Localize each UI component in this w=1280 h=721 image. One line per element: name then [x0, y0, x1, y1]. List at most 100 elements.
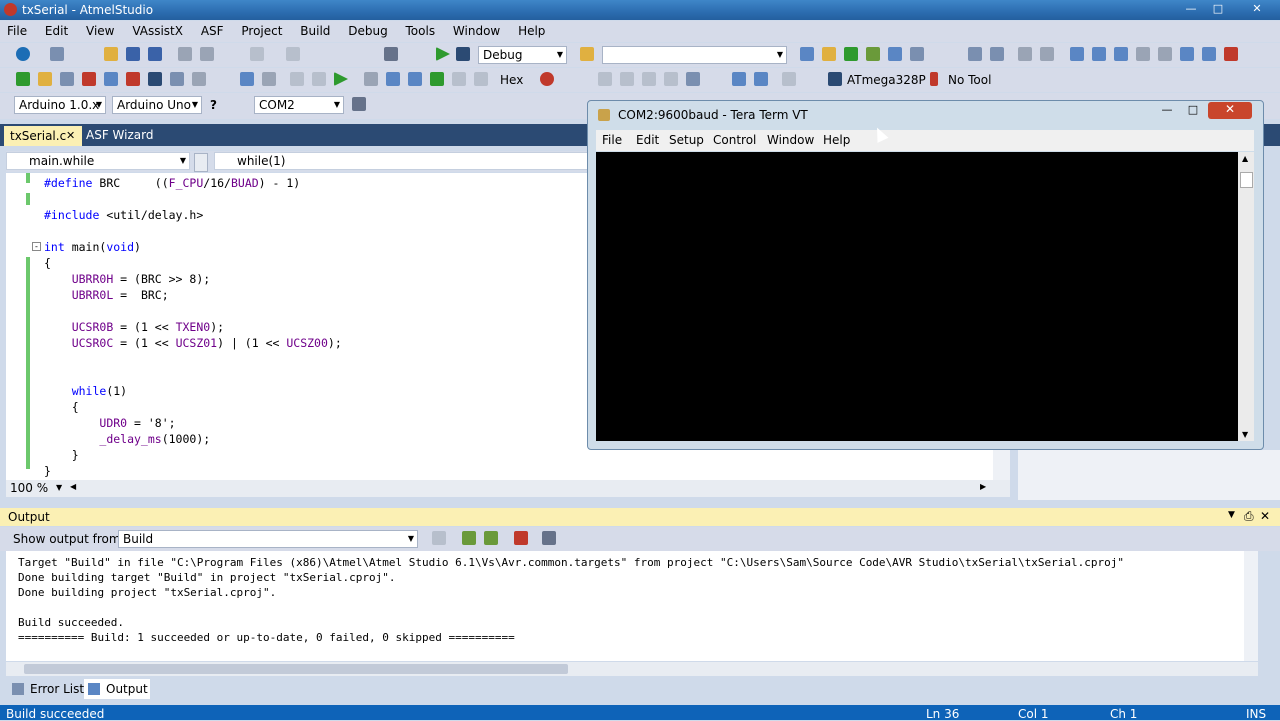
scroll-left-icon[interactable]: ◀: [70, 482, 76, 491]
scroll-down-icon[interactable]: ▼: [1242, 430, 1248, 439]
teraterm-close-button[interactable]: ✕: [1208, 102, 1252, 119]
chevron-down-icon[interactable]: ▼: [1228, 510, 1235, 520]
tt-menu-file[interactable]: File: [602, 133, 622, 147]
breakpoint-icon[interactable]: [540, 72, 554, 86]
menu-project[interactable]: Project: [234, 21, 289, 42]
tt-menu-window[interactable]: Window: [767, 133, 814, 147]
start-debug-icon[interactable]: [436, 47, 450, 61]
redo-icon[interactable]: [286, 47, 300, 61]
close-icon[interactable]: ✕: [1260, 509, 1270, 523]
copy-icon[interactable]: [200, 47, 214, 61]
menu-window[interactable]: Window: [446, 21, 507, 42]
tool-icon[interactable]: [430, 72, 444, 86]
tool-icon[interactable]: [126, 72, 140, 86]
tab-asf-wizard[interactable]: ASF Wizard: [86, 128, 153, 142]
device-selector[interactable]: ATmega328P: [847, 73, 926, 87]
tool-icon[interactable]: [782, 72, 796, 86]
port-select[interactable]: COM2 ▼: [254, 96, 344, 114]
collapse-icon[interactable]: -: [32, 242, 41, 251]
memory-icon[interactable]: [732, 72, 746, 86]
minimize-button[interactable]: —: [1178, 0, 1204, 18]
start-without-debug-icon[interactable]: [456, 47, 470, 61]
tool-icon[interactable]: [822, 47, 836, 61]
tool-selector-icon[interactable]: [930, 72, 938, 86]
continue-icon[interactable]: [334, 72, 348, 86]
terminal-scrollbar[interactable]: ▲ ▼: [1238, 152, 1254, 441]
chevron-down-icon[interactable]: ▼: [56, 483, 62, 492]
tt-menu-control[interactable]: Control: [713, 133, 756, 147]
tt-menu-help[interactable]: Help: [823, 133, 850, 147]
scroll-up-icon[interactable]: ▲: [1242, 154, 1248, 163]
cut-icon[interactable]: [178, 47, 192, 61]
hex-toggle[interactable]: Hex: [500, 73, 523, 87]
scroll-right-icon[interactable]: ▶: [980, 482, 986, 491]
menu-help[interactable]: Help: [511, 21, 552, 42]
clear-all-icon[interactable]: [514, 531, 528, 545]
bookmark-prev-icon[interactable]: [1092, 47, 1106, 61]
tool-icon[interactable]: [910, 47, 924, 61]
search-combo[interactable]: ▼: [602, 46, 787, 64]
output-text[interactable]: Target "Build" in file "C:\Program Files…: [6, 551, 1258, 661]
tool-icon[interactable]: [642, 72, 656, 86]
configuration-select[interactable]: Debug ▼: [478, 46, 567, 64]
step-out-icon[interactable]: [408, 72, 422, 86]
menu-vassistx[interactable]: VAssistX: [125, 21, 190, 42]
scroll-thumb[interactable]: [24, 664, 568, 674]
output-source-select[interactable]: Build ▼: [118, 530, 418, 548]
undo-icon[interactable]: [250, 47, 264, 61]
close-icon[interactable]: ✕: [66, 129, 75, 142]
new-project-icon[interactable]: [50, 47, 64, 61]
tool-icon[interactable]: [192, 72, 206, 86]
bookmark-icon[interactable]: [1070, 47, 1084, 61]
prev-message-icon[interactable]: [462, 531, 476, 545]
bookmark-icon[interactable]: [1158, 47, 1172, 61]
tool-icon[interactable]: [82, 72, 96, 86]
zoom-level[interactable]: 100 %: [10, 481, 48, 495]
tool-icon[interactable]: [866, 47, 880, 61]
bookmark-icon[interactable]: [1180, 47, 1194, 61]
tool-icon[interactable]: [16, 72, 30, 86]
tool-icon[interactable]: [474, 72, 488, 86]
solution-platform-icon[interactable]: [580, 47, 594, 61]
output-hscrollbar[interactable]: [6, 662, 1258, 676]
atmel-icon[interactable]: [16, 47, 30, 61]
bookmark-next-icon[interactable]: [1114, 47, 1128, 61]
word-wrap-icon[interactable]: [542, 531, 556, 545]
stop-icon[interactable]: [262, 72, 276, 86]
menu-file[interactable]: File: [0, 21, 34, 42]
tool-icon[interactable]: [844, 47, 858, 61]
tt-menu-setup[interactable]: Setup: [669, 133, 704, 147]
scope-select[interactable]: main.while ▼: [6, 152, 190, 170]
save-all-icon[interactable]: [148, 47, 162, 61]
indent-icon[interactable]: [968, 47, 982, 61]
tool-icon[interactable]: [170, 72, 184, 86]
tool-selector[interactable]: No Tool: [948, 73, 991, 87]
bookmark-icon[interactable]: [1202, 47, 1216, 61]
close-button[interactable]: ✕: [1244, 0, 1270, 18]
step-into-icon[interactable]: [364, 72, 378, 86]
tool-icon[interactable]: [664, 72, 678, 86]
step-icon[interactable]: [290, 72, 304, 86]
memory-icon[interactable]: [754, 72, 768, 86]
tab-error-list[interactable]: Error List: [30, 682, 84, 696]
tab-txserial-c[interactable]: txSerial.c ✕: [4, 126, 82, 146]
teraterm-window[interactable]: COM2:9600baud - Tera Term VT — □ ✕ File …: [587, 100, 1264, 450]
menu-debug[interactable]: Debug: [341, 21, 394, 42]
tool-icon[interactable]: [60, 72, 74, 86]
step-over-icon[interactable]: [386, 72, 400, 86]
clear-bookmarks-icon[interactable]: [1224, 47, 1238, 61]
scroll-thumb[interactable]: [1240, 172, 1253, 188]
tool-icon[interactable]: [38, 72, 52, 86]
pin-icon[interactable]: ⎙: [1244, 509, 1254, 524]
split-button[interactable]: [194, 153, 208, 172]
tool-icon[interactable]: [148, 72, 162, 86]
tool-icon[interactable]: [686, 72, 700, 86]
menu-tools[interactable]: Tools: [399, 21, 443, 42]
next-message-icon[interactable]: [484, 531, 498, 545]
outdent-icon[interactable]: [990, 47, 1004, 61]
tool-icon[interactable]: [888, 47, 902, 61]
uncomment-icon[interactable]: [1040, 47, 1054, 61]
tool-icon[interactable]: [620, 72, 634, 86]
board-select[interactable]: Arduino Uno ▼: [112, 96, 202, 114]
tool-icon[interactable]: [598, 72, 612, 86]
